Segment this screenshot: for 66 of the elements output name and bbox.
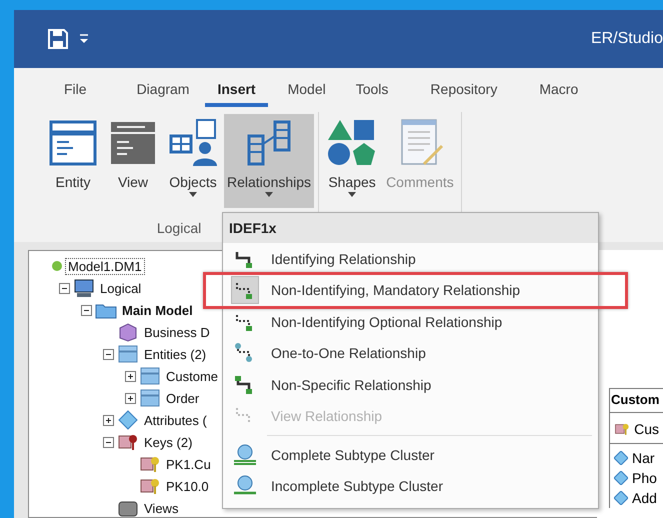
menu-item[interactable]: Identifying Relationship	[223, 243, 598, 274]
tree-item[interactable]: Attributes (	[142, 412, 209, 428]
tree-item[interactable]: Entities (2)	[142, 346, 208, 362]
diamond-icon	[614, 451, 628, 465]
ribbon-button[interactable]: Shapes	[323, 114, 382, 208]
ribbon-button[interactable]: Relationships	[224, 114, 314, 208]
key-attribute: Cus	[610, 417, 663, 441]
tree-item[interactable]: Custome	[164, 368, 220, 384]
key-icon	[117, 432, 139, 452]
diamond-icon	[614, 491, 628, 505]
tree-item[interactable]: Keys (2)	[142, 434, 194, 450]
table-icon	[139, 388, 161, 408]
subtype-cluster-icon	[232, 475, 258, 498]
tree-item[interactable]: Logical	[98, 280, 144, 296]
entity-name: Custom	[610, 391, 660, 409]
collapse-icon[interactable]	[81, 304, 92, 316]
menu-item[interactable]: Complete Subtype Cluster	[223, 439, 598, 470]
tree-item[interactable]: Model1.DM1	[66, 258, 144, 274]
menu-item[interactable]: Non-Identifying, Mandatory Relationship	[223, 274, 598, 306]
customize-caret-icon[interactable]	[80, 34, 88, 44]
ribbon-button[interactable]: Objects	[164, 114, 222, 208]
attribute: Add	[610, 488, 663, 508]
expand-icon[interactable]	[103, 414, 114, 426]
ribbon-tab[interactable]: Insert	[205, 73, 268, 107]
save-icon[interactable]	[48, 29, 68, 49]
menu-item[interactable]: Non-Specific Relationship	[223, 369, 598, 400]
ribbon-tab[interactable]: Tools	[344, 73, 400, 107]
caret-icon	[348, 192, 356, 197]
menu-item[interactable]: One-to-One Relationship	[223, 338, 598, 369]
menu-item[interactable]: Non-Identifying Optional Relationship	[223, 306, 598, 338]
collapse-icon[interactable]	[103, 348, 114, 360]
ribbon-tab[interactable]: Repository	[418, 73, 510, 107]
ribbon-tab[interactable]: Macro	[527, 73, 590, 107]
expand-icon[interactable]	[125, 392, 136, 404]
attribute: Pho	[610, 468, 663, 488]
group-label: Logical	[156, 220, 202, 236]
tree-item[interactable]: PK10.0	[164, 478, 211, 494]
caret-icon	[265, 192, 274, 197]
entity-box[interactable]: Custom Cus Nar Pho Add	[609, 388, 663, 508]
tree-item[interactable]: Views	[142, 500, 180, 516]
diamond-icon	[614, 471, 628, 485]
ribbon-tab[interactable]: File	[52, 73, 99, 107]
subtype-cluster-icon	[232, 444, 258, 466]
tree-item[interactable]: PK1.Cu	[164, 456, 213, 472]
menu-header: IDEF1x	[223, 213, 598, 243]
ribbon-button[interactable]: View	[104, 114, 162, 208]
expand-icon[interactable]	[125, 370, 136, 382]
computer-icon	[73, 278, 95, 298]
table-icon	[139, 366, 161, 386]
table-icon	[117, 344, 139, 364]
cube-icon	[117, 322, 139, 342]
tree-item[interactable]: Main Model	[120, 302, 195, 318]
key-icon	[139, 476, 161, 496]
collapse-icon[interactable]	[59, 282, 70, 294]
tree-item[interactable]: Business D	[142, 324, 212, 340]
collapse-icon[interactable]	[103, 436, 114, 448]
ribbon-tab[interactable]: Diagram	[124, 73, 202, 107]
attribute: Nar	[610, 448, 663, 468]
window-title: ER/Studio	[590, 30, 663, 48]
menu-item[interactable]: Incomplete Subtype Cluster	[223, 470, 598, 502]
ribbon-button[interactable]: Entity	[44, 114, 102, 208]
tree-item[interactable]: Order	[164, 390, 202, 406]
ribbon-tab[interactable]: Model	[276, 73, 338, 107]
caret-icon	[189, 192, 197, 197]
diamond-icon	[117, 410, 139, 430]
key-icon	[139, 454, 161, 474]
